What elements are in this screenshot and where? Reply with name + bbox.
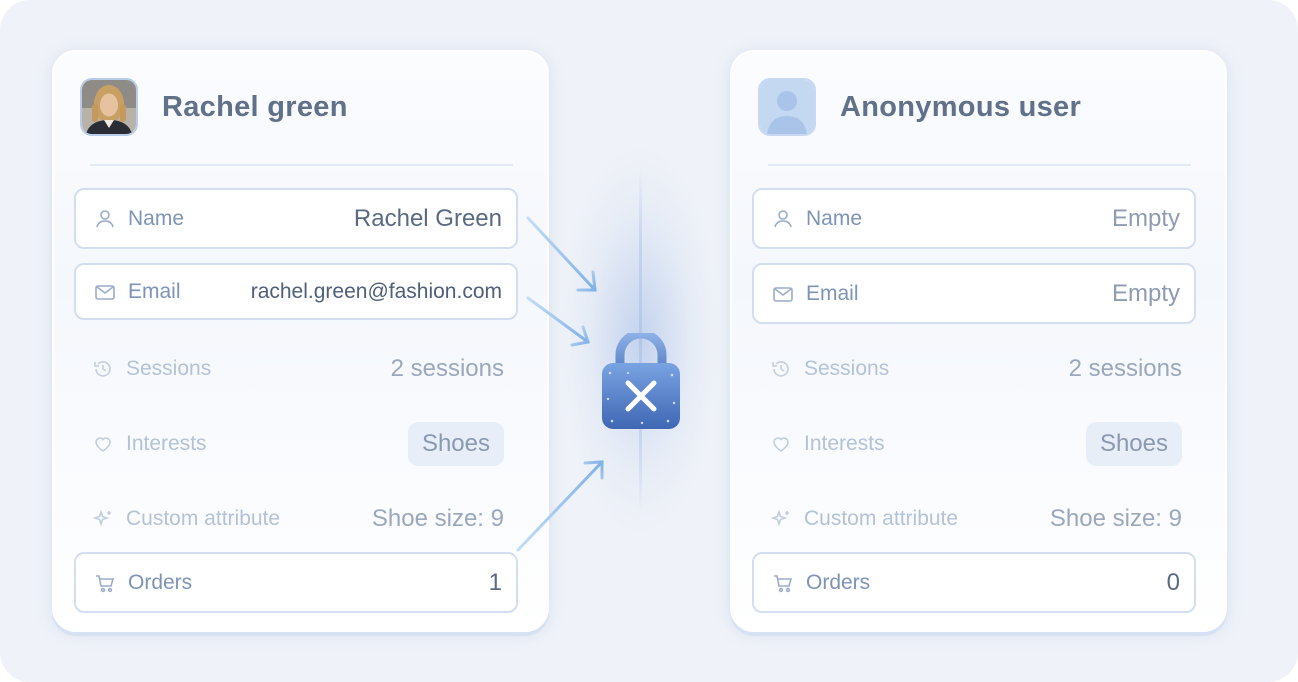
field-custom-attribute: Custom attribute Shoe size: 9: [752, 488, 1196, 549]
field-value: rachel.green@fashion.com: [250, 279, 502, 303]
field-value: 2 sessions: [390, 354, 504, 382]
field-value: Empty: [1111, 279, 1180, 307]
header-separator: [768, 164, 1191, 166]
field-sessions: Sessions 2 sessions: [74, 338, 518, 399]
lock-x-icon: [598, 329, 684, 433]
profile-card-anonymous: Anonymous user Name Empty Email Empty Se…: [730, 50, 1227, 632]
card-header: Rachel green: [80, 78, 348, 136]
canvas: Rachel green Name Rachel Green Email rac…: [0, 0, 1298, 682]
field-email: Email Empty: [752, 263, 1196, 324]
user-icon: [94, 208, 116, 230]
field-interests: Interests Shoes: [74, 413, 518, 474]
field-sessions: Sessions 2 sessions: [752, 338, 1196, 399]
field-orders: Orders 0: [752, 552, 1196, 613]
field-value: Rachel Green: [353, 204, 502, 232]
card-title: Rachel green: [162, 90, 348, 123]
history-icon: [92, 358, 114, 380]
anonymous-avatar-icon: [758, 78, 816, 136]
field-label: Custom attribute: [804, 506, 959, 530]
field-label: Interests: [126, 431, 207, 455]
heart-icon: [770, 433, 792, 455]
field-custom-attribute: Custom attribute Shoe size: 9: [74, 488, 518, 549]
field-value: 1: [488, 568, 502, 596]
interest-tag: Shoes: [1085, 421, 1182, 466]
field-name: Name Rachel Green: [74, 188, 518, 249]
field-label: Name: [806, 206, 863, 230]
heart-icon: [92, 433, 114, 455]
field-email: Email rachel.green@fashion.com: [74, 263, 518, 320]
field-interests: Interests Shoes: [752, 413, 1196, 474]
field-label: Orders: [806, 570, 871, 594]
field-value: 0: [1166, 568, 1180, 596]
mail-icon: [772, 283, 794, 305]
cart-icon: [772, 572, 794, 594]
field-label: Interests: [804, 431, 885, 455]
interest-tag: Shoes: [407, 421, 504, 466]
sparkles-icon: [770, 508, 792, 530]
field-label: Custom attribute: [126, 506, 281, 530]
sparkles-icon: [92, 508, 114, 530]
field-label: Email: [128, 279, 181, 303]
history-icon: [770, 358, 792, 380]
mail-icon: [94, 281, 116, 303]
field-label: Name: [128, 206, 185, 230]
profile-card-known: Rachel green Name Rachel Green Email rac…: [52, 50, 549, 632]
field-orders: Orders 1: [74, 552, 518, 613]
field-label: Email: [806, 281, 859, 305]
field-value: 2 sessions: [1068, 354, 1182, 382]
header-separator: [90, 164, 513, 166]
field-label: Sessions: [804, 356, 890, 380]
field-value: Shoe size: 9: [371, 504, 504, 532]
field-label: Sessions: [126, 356, 212, 380]
field-label: Orders: [128, 570, 193, 594]
card-header: Anonymous user: [758, 78, 1081, 136]
cart-icon: [94, 572, 116, 594]
card-title: Anonymous user: [840, 90, 1082, 123]
field-value: Shoe size: 9: [1049, 504, 1182, 532]
user-avatar: [80, 78, 138, 136]
user-icon: [772, 208, 794, 230]
field-name: Name Empty: [752, 188, 1196, 249]
field-value: Empty: [1111, 204, 1180, 232]
